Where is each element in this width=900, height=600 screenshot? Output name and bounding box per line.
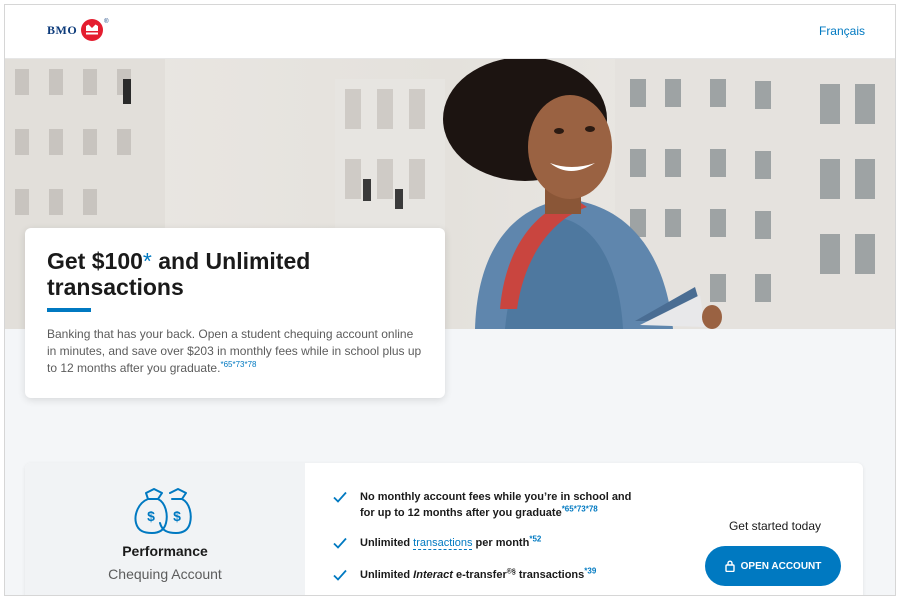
checkmark-icon (333, 537, 347, 549)
checkmark-icon (333, 491, 347, 503)
product-type: Chequing Account (108, 566, 222, 582)
hero-offer-card: Get $100* and Unlimited transactions Ban… (25, 228, 445, 398)
site-header: BMO ® Français (5, 5, 895, 59)
hero-title-asterisk[interactable]: * (143, 248, 152, 274)
feature-footnote-links[interactable]: *39 (584, 566, 596, 575)
transactions-tooltip-link[interactable]: transactions (413, 537, 473, 550)
product-card-performance: $ $ Performance Chequing Account No mont… (25, 463, 863, 595)
feature-footnote-links[interactable]: *52 (529, 534, 541, 543)
open-account-button[interactable]: OPEN ACCOUNT (705, 546, 841, 586)
feature-list: No monthly account fees while you’re in … (333, 489, 633, 583)
product-name: Performance (122, 543, 208, 559)
lock-icon (724, 560, 735, 572)
hero-title-underline (47, 308, 91, 312)
checkmark-icon (333, 569, 347, 581)
svg-text:$: $ (173, 508, 181, 524)
feature-footnote-links[interactable]: *65*73*78 (562, 504, 598, 513)
open-account-label: OPEN ACCOUNT (740, 560, 822, 572)
feature-item-unlimited-transactions: Unlimited transactions per month*52 (333, 535, 633, 567)
feature-item-no-fees: No monthly account fees while you’re in … (333, 489, 633, 535)
hero-description: Banking that has your back. Open a stude… (47, 327, 422, 375)
product-summary: $ $ Performance Chequing Account (25, 463, 305, 595)
language-toggle-link[interactable]: Français (819, 24, 865, 38)
hero-title: Get $100* and Unlimited transactions (47, 248, 311, 300)
logo-wordmark: BMO (47, 22, 78, 37)
feature-item-unlimited-etransfer: Unlimited Interact e-transfer®§ transact… (333, 567, 633, 583)
svg-text:$: $ (147, 508, 155, 524)
logo-registered-mark: ® (104, 19, 109, 25)
money-bags-icon: $ $ (134, 488, 192, 534)
cta-heading: Get started today (728, 519, 822, 533)
hero-footnote-links[interactable]: *65*73*78 (220, 360, 256, 369)
bmo-logo[interactable]: BMO ® (47, 19, 109, 41)
bmo-roundel-icon (81, 19, 104, 41)
page-frame: BMO ® Français Get $100* and Unlimited t… (4, 4, 896, 596)
